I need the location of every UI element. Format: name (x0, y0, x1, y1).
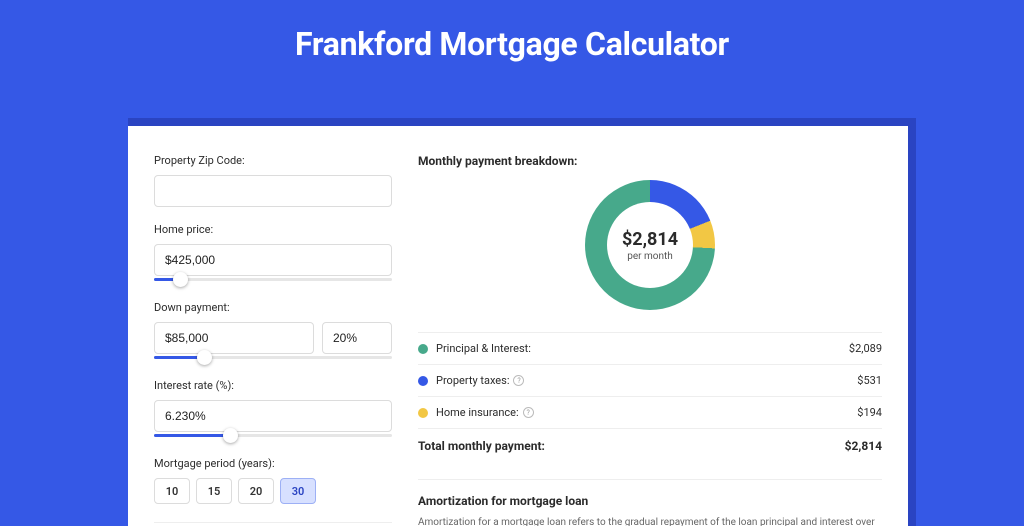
help-icon[interactable]: ? (513, 375, 524, 386)
breakdown-line-principal: Principal & Interest: $2,089 (418, 332, 882, 364)
zip-input[interactable] (154, 175, 392, 207)
dot-blue-icon (418, 376, 428, 386)
line-label: Principal & Interest: (436, 342, 841, 355)
total-value: $2,814 (845, 439, 882, 453)
slider-track (154, 278, 392, 281)
home-price-label: Home price: (154, 223, 392, 236)
field-mortgage-period: Mortgage period (years): 10 15 20 30 (154, 457, 392, 504)
calculator-card: Property Zip Code: Home price: Down paym… (128, 126, 908, 526)
interest-rate-slider[interactable] (154, 431, 392, 441)
period-btn-30[interactable]: 30 (280, 478, 316, 504)
field-zip: Property Zip Code: (154, 154, 392, 207)
total-label: Total monthly payment: (418, 439, 545, 453)
slider-thumb[interactable] (223, 428, 238, 443)
zip-label: Property Zip Code: (154, 154, 392, 167)
page-title: Frankford Mortgage Calculator (0, 0, 1024, 81)
donut-chart: $2,814 per month (585, 180, 715, 310)
slider-fill (154, 356, 202, 359)
line-text: Principal & Interest: (436, 342, 531, 355)
line-value: $2,089 (849, 342, 882, 355)
down-payment-pct-input[interactable] (322, 322, 392, 354)
period-btn-20[interactable]: 20 (238, 478, 274, 504)
down-payment-label: Down payment: (154, 301, 392, 314)
line-text: Home insurance: (436, 406, 519, 419)
donut-sub: per month (627, 251, 673, 262)
breakdown-line-insurance: Home insurance: ? $194 (418, 396, 882, 428)
slider-thumb[interactable] (173, 272, 188, 287)
breakdown-title: Monthly payment breakdown: (418, 154, 882, 168)
donut-chart-wrap: $2,814 per month (418, 180, 882, 310)
total-row: Total monthly payment: $2,814 (418, 428, 882, 463)
breakdown-line-taxes: Property taxes: ? $531 (418, 364, 882, 396)
page-root: Frankford Mortgage Calculator Property Z… (0, 0, 1024, 512)
down-payment-slider[interactable] (154, 353, 392, 363)
dot-yellow-icon (418, 408, 428, 418)
form-panel: Property Zip Code: Home price: Down paym… (154, 154, 392, 526)
field-down-payment: Down payment: (154, 301, 392, 363)
dot-green-icon (418, 344, 428, 354)
home-price-input[interactable] (154, 244, 392, 276)
amortization-title: Amortization for mortgage loan (418, 494, 882, 508)
slider-fill (154, 434, 228, 437)
slider-thumb[interactable] (197, 350, 212, 365)
interest-rate-label: Interest rate (%): (154, 379, 392, 392)
donut-amount: $2,814 (622, 229, 678, 250)
field-home-price: Home price: (154, 223, 392, 285)
help-icon[interactable]: ? (523, 407, 534, 418)
period-btn-10[interactable]: 10 (154, 478, 190, 504)
period-button-row: 10 15 20 30 (154, 478, 392, 504)
breakdown-panel: Monthly payment breakdown: $2,814 per mo… (418, 154, 882, 526)
donut-center: $2,814 per month (607, 202, 693, 288)
period-btn-15[interactable]: 15 (196, 478, 232, 504)
amortization-section: Amortization for mortgage loan Amortizat… (418, 479, 882, 526)
veteran-toggle-row: I am veteran or military (154, 522, 392, 526)
mortgage-period-label: Mortgage period (years): (154, 457, 392, 470)
amortization-text: Amortization for a mortgage loan refers … (418, 516, 882, 526)
line-value: $194 (857, 406, 882, 419)
home-price-slider[interactable] (154, 275, 392, 285)
interest-rate-input[interactable] (154, 400, 392, 432)
line-value: $531 (857, 374, 882, 387)
down-payment-input[interactable] (154, 322, 314, 354)
down-payment-row (154, 322, 392, 354)
line-label: Property taxes: ? (436, 374, 849, 387)
line-label: Home insurance: ? (436, 406, 849, 419)
line-text: Property taxes: (436, 374, 509, 387)
card-shadow: Property Zip Code: Home price: Down paym… (128, 118, 916, 526)
field-interest-rate: Interest rate (%): (154, 379, 392, 441)
